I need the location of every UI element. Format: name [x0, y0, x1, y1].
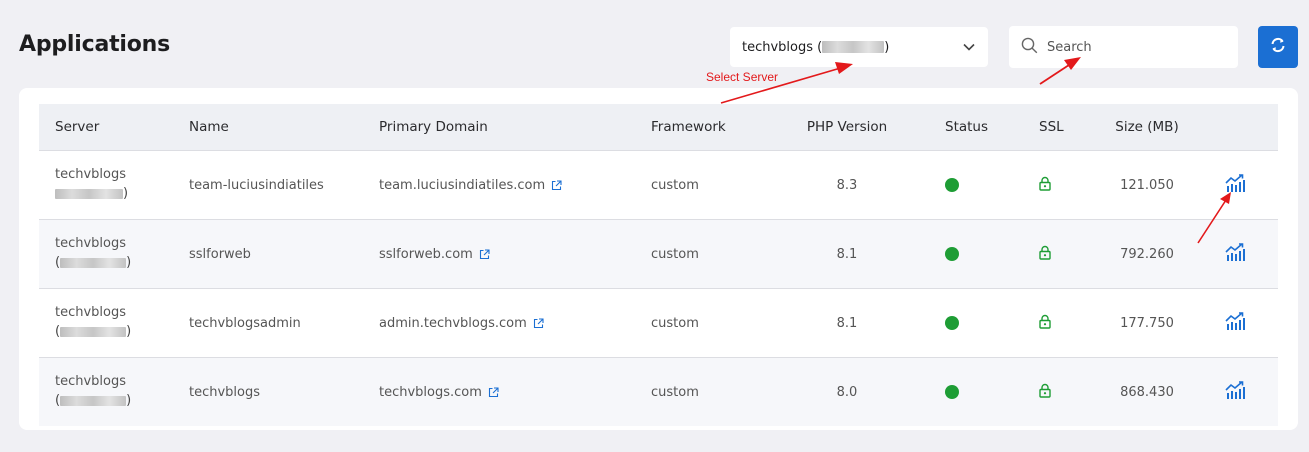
server-paren-close: )	[126, 324, 132, 339]
cell-php-version: 8.1	[836, 315, 858, 331]
external-link-icon	[551, 179, 562, 191]
cell-size: 792.260	[1120, 246, 1174, 262]
server-paren-close: )	[126, 393, 132, 408]
analytics-chart-icon[interactable]	[1225, 381, 1245, 403]
ssl-lock-icon	[1039, 176, 1051, 195]
status-dot	[945, 178, 959, 192]
col-header-name: Name	[189, 119, 229, 135]
applications-card: Server Name Primary Domain Framework PHP…	[19, 88, 1298, 430]
col-header-php: PHP Version	[806, 119, 888, 135]
server-paren-close: )	[123, 186, 129, 201]
annotation-select-server: Select Server	[706, 70, 779, 84]
analytics-chart-icon[interactable]	[1225, 312, 1245, 334]
cell-size: 177.750	[1120, 315, 1174, 331]
cell-framework: custom	[651, 384, 699, 400]
ssl-lock-icon	[1039, 383, 1051, 402]
redacted-ip	[60, 395, 127, 406]
col-header-framework: Framework	[651, 119, 726, 135]
cell-framework: custom	[651, 177, 699, 193]
search-input[interactable]	[1047, 39, 1226, 55]
analytics-chart-icon[interactable]	[1225, 243, 1245, 265]
server-select-prefix: techvblogs (	[742, 39, 823, 55]
domain-link[interactable]: admin.techvblogs.com	[379, 316, 544, 331]
server-ip: ()	[55, 322, 131, 342]
cell-domain: techvblogs.com	[379, 385, 499, 400]
status-dot	[945, 247, 959, 261]
refresh-button[interactable]	[1258, 26, 1298, 68]
cell-app-name: team-luciusindiatiles	[189, 177, 324, 193]
status-indicator	[945, 178, 959, 192]
col-header-size: Size (MB)	[1115, 119, 1179, 135]
cell-app-name: sslforweb	[189, 246, 251, 262]
table-header: Server Name Primary Domain Framework PHP…	[39, 104, 1278, 150]
server-ip: ()	[55, 253, 131, 273]
server-select[interactable]: techvblogs ()	[730, 27, 988, 67]
cell-domain: sslforweb.com	[379, 247, 490, 262]
server-name: techvblogs	[55, 305, 127, 320]
server-name: techvblogs	[55, 374, 127, 389]
cell-php-version: 8.1	[836, 246, 858, 262]
col-header-status: Status	[945, 119, 989, 135]
status-dot	[945, 316, 959, 330]
table-row[interactable]: techvblogs ) team-luciusindiatiles team.…	[39, 150, 1278, 219]
col-header-server: Server	[55, 119, 100, 135]
redacted-ip	[55, 188, 123, 199]
cell-framework: custom	[651, 246, 699, 262]
cell-domain: admin.techvblogs.com	[379, 316, 544, 331]
status-dot	[945, 385, 959, 399]
refresh-icon	[1269, 36, 1287, 58]
cell-domain: team.luciusindiatiles.com	[379, 178, 562, 193]
domain-link[interactable]: team.luciusindiatiles.com	[379, 178, 562, 193]
status-indicator	[945, 316, 959, 330]
domain-text: admin.techvblogs.com	[379, 315, 527, 331]
domain-link[interactable]: sslforweb.com	[379, 247, 490, 262]
cell-app-name: techvblogsadmin	[189, 315, 301, 331]
search-icon	[1021, 37, 1038, 58]
search-box[interactable]	[1009, 26, 1238, 68]
external-link-icon	[488, 386, 499, 398]
domain-link[interactable]: techvblogs.com	[379, 385, 499, 400]
ssl-lock-icon	[1039, 314, 1051, 333]
applications-table: Server Name Primary Domain Framework PHP…	[39, 104, 1278, 426]
cell-size: 868.430	[1120, 384, 1174, 400]
server-name: techvblogs	[55, 236, 127, 251]
server-select-value: techvblogs ()	[742, 40, 962, 55]
cell-php-version: 8.3	[836, 177, 858, 193]
cell-server: techvblogs ()	[55, 235, 131, 273]
cell-server: techvblogs )	[55, 166, 128, 204]
col-header-ssl: SSL	[1039, 119, 1064, 135]
cell-framework: custom	[651, 315, 699, 331]
table-row[interactable]: techvblogs () techvblogsadmin admin.tech…	[39, 288, 1278, 357]
redacted-ip	[822, 41, 885, 53]
redacted-ip	[60, 257, 127, 268]
cell-server: techvblogs ()	[55, 373, 131, 411]
page-title: Applications	[19, 32, 171, 57]
server-ip: )	[55, 184, 128, 204]
applications-page: Applications techvblogs () Select Server	[0, 0, 1309, 452]
status-indicator	[945, 385, 959, 399]
server-paren-close: )	[126, 255, 132, 270]
server-select-suffix: )	[884, 39, 890, 55]
cell-php-version: 8.0	[836, 384, 858, 400]
domain-text: team.luciusindiatiles.com	[379, 177, 546, 193]
cell-app-name: techvblogs	[189, 384, 261, 400]
domain-text: sslforweb.com	[379, 246, 473, 262]
analytics-chart-icon[interactable]	[1225, 174, 1245, 196]
external-link-icon	[479, 248, 490, 260]
table-row[interactable]: techvblogs () techvblogs techvblogs.com …	[39, 357, 1278, 426]
ssl-lock-icon	[1039, 245, 1051, 264]
cell-size: 121.050	[1120, 177, 1174, 193]
cell-server: techvblogs ()	[55, 304, 131, 342]
table-row[interactable]: techvblogs () sslforweb sslforweb.com cu…	[39, 219, 1278, 288]
server-ip: ()	[55, 391, 131, 411]
status-indicator	[945, 247, 959, 261]
col-header-domain: Primary Domain	[379, 119, 488, 135]
server-name: techvblogs	[55, 167, 127, 182]
redacted-ip	[60, 326, 127, 337]
domain-text: techvblogs.com	[379, 384, 482, 400]
external-link-icon	[533, 317, 544, 329]
chevron-down-icon	[962, 40, 976, 54]
